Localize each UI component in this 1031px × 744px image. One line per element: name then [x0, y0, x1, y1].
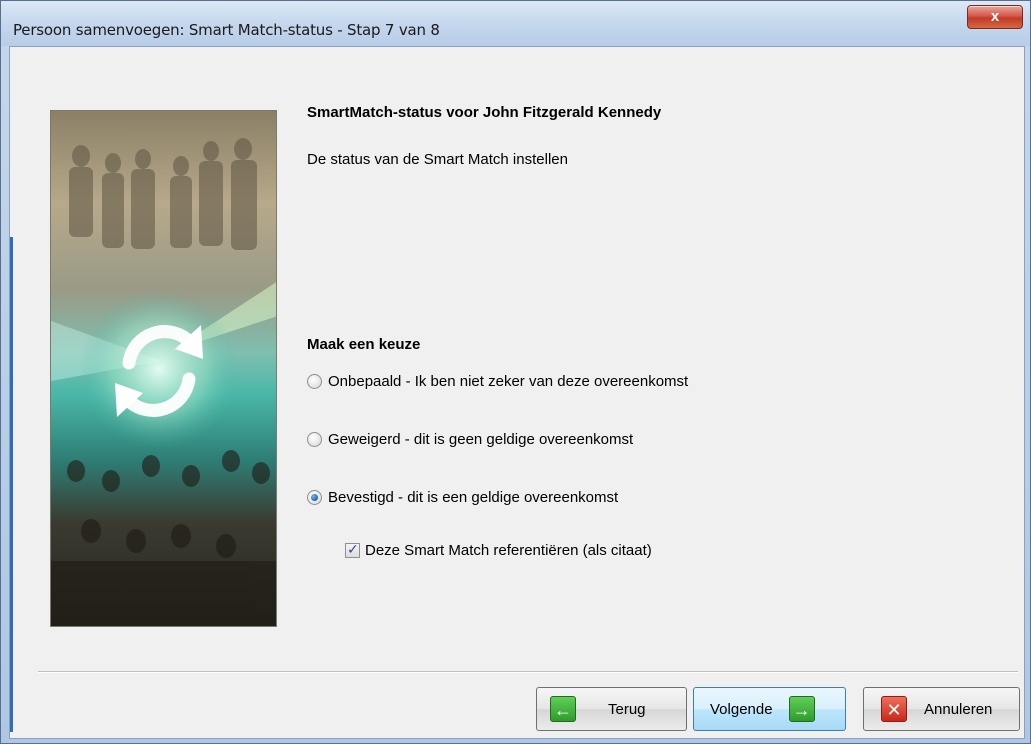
- close-window-button[interactable]: x: [967, 5, 1023, 29]
- family-photo-banner: [50, 110, 277, 627]
- option-undetermined[interactable]: Onbepaald - Ik ben niet zeker van deze o…: [307, 373, 688, 390]
- arrow-right-icon: →: [788, 696, 815, 722]
- back-button[interactable]: ← Terug: [536, 687, 687, 731]
- next-button[interactable]: Volgende →: [693, 687, 846, 731]
- smart-match-sync-icon: [51, 138, 276, 626]
- radio-rejected[interactable]: [307, 432, 322, 447]
- next-button-label: Volgende: [710, 700, 773, 718]
- option-undetermined-label: Onbepaald - Ik ben niet zeker van deze o…: [328, 373, 689, 390]
- cancel-button-label: Annuleren: [924, 700, 993, 718]
- close-x-icon: ✕: [881, 696, 907, 722]
- option-rejected-label: Geweigerd - dit is geen geldige overeenk…: [328, 431, 634, 448]
- cite-smart-match-option[interactable]: ✓ Deze Smart Match referentiëren (als ci…: [345, 541, 652, 559]
- choice-section-label: Maak een keuze: [307, 336, 421, 353]
- title-bar[interactable]: Persoon samenvoegen: Smart Match-status …: [1, 1, 1030, 46]
- option-confirmed-label: Bevestigd - dit is een geldige overeenko…: [328, 489, 619, 506]
- option-confirmed[interactable]: Bevestigd - dit is een geldige overeenko…: [307, 489, 618, 506]
- page-subheading: De status van de Smart Match instellen: [307, 151, 568, 168]
- radio-confirmed[interactable]: [307, 490, 322, 505]
- cite-checkbox[interactable]: ✓: [345, 541, 360, 558]
- left-accent-strip: [10, 237, 13, 732]
- cite-checkbox-label: Deze Smart Match referentiëren (als cita…: [365, 542, 652, 559]
- dialog-body: SmartMatch-status voor John Fitzgerald K…: [9, 46, 1025, 739]
- option-rejected[interactable]: Geweigerd - dit is geen geldige overeenk…: [307, 431, 633, 448]
- back-button-label: Terug: [608, 700, 646, 718]
- page-heading: SmartMatch-status voor John Fitzgerald K…: [307, 104, 662, 121]
- radio-undetermined[interactable]: [307, 374, 322, 389]
- cancel-button[interactable]: ✕ Annuleren: [863, 687, 1020, 731]
- arrow-left-icon: ←: [550, 696, 576, 722]
- close-icon: x: [990, 8, 1000, 25]
- window-title: Persoon samenvoegen: Smart Match-status …: [13, 21, 440, 39]
- footer-divider: [38, 671, 1018, 673]
- checkmark-icon: ✓: [347, 541, 359, 557]
- dialog-window: Persoon samenvoegen: Smart Match-status …: [0, 0, 1031, 744]
